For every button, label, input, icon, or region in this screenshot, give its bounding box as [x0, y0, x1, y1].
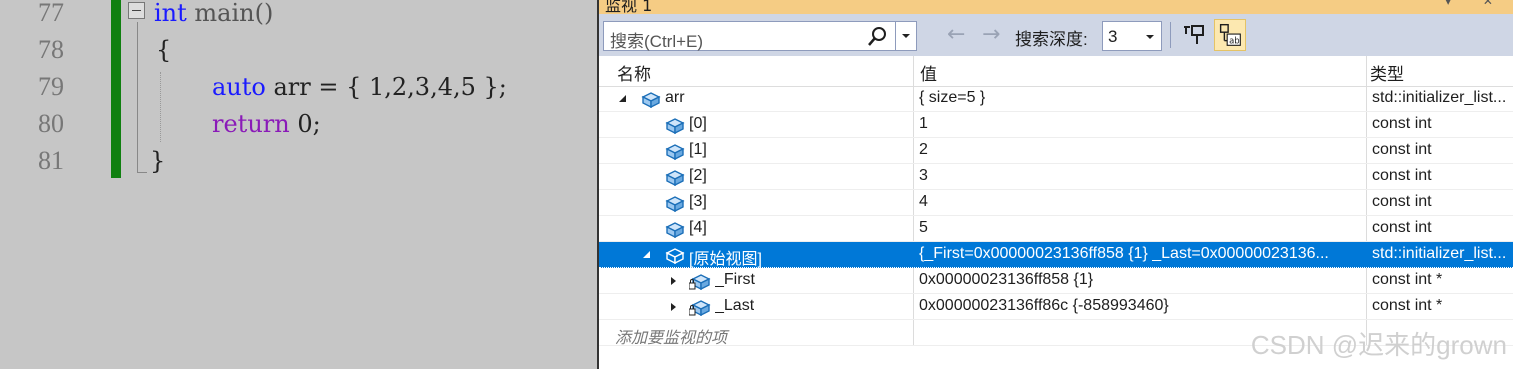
watch-type: const int * [1372, 297, 1443, 314]
line-number: 80 [38, 109, 64, 138]
object-icon [641, 92, 661, 108]
search-back-arrow-icon[interactable]: ← [947, 24, 965, 46]
code-statement: 0; [289, 110, 321, 138]
watch-row[interactable]: [4] 5 const int [599, 216, 1513, 242]
watch-value[interactable]: 2 [919, 141, 1364, 159]
watch-type: const int [1372, 141, 1432, 158]
object-icon [665, 170, 685, 186]
private-field-icon [689, 274, 711, 290]
code-line[interactable]: 81 } [0, 146, 597, 185]
line-number: 81 [38, 146, 64, 175]
search-icon[interactable] [866, 26, 888, 48]
watch-row[interactable]: [1] 2 const int [599, 138, 1513, 164]
watch-type: const int [1372, 219, 1432, 236]
code-text[interactable]: return 0; [212, 109, 321, 139]
search-placeholder: 搜索(Ctrl+E) [610, 32, 704, 51]
code-line[interactable]: 77 int main() [0, 0, 597, 37]
watch-value[interactable]: 0x00000023136ff86c {-858993460} [919, 297, 1364, 315]
watch-name[interactable]: _First [715, 271, 755, 289]
search-forward-arrow-icon[interactable]: → [982, 24, 1000, 46]
watch-name[interactable]: [2] [689, 167, 707, 185]
object-icon [665, 248, 685, 264]
watch-title: 监视 1 [605, 0, 653, 14]
watch-name[interactable]: arr [665, 89, 685, 107]
watch-row[interactable]: arr { size=5 } std::initializer_list... [599, 86, 1513, 112]
keyword: auto [212, 73, 266, 101]
search-depth-label: 搜索深度: [1015, 30, 1088, 49]
collapse-arrow-icon[interactable] [643, 251, 650, 258]
window-buttons[interactable]: ▾ ✕ [1445, 0, 1507, 8]
watch-row[interactable]: [3] 4 const int [599, 190, 1513, 216]
line-number: 78 [38, 35, 64, 64]
column-header-value[interactable]: 值 [920, 60, 937, 85]
watch-value[interactable]: { size=5 } [919, 89, 1364, 107]
watch-type: std::initializer_list... [1372, 89, 1507, 106]
watch-value[interactable]: 1 [919, 115, 1364, 133]
watch-row[interactable]: _Last 0x00000023136ff86c {-858993460} cons… [599, 294, 1513, 320]
column-header-type[interactable]: 类型 [1370, 60, 1404, 85]
function-signature: main() [186, 0, 274, 27]
svg-text:ab: ab [1229, 35, 1240, 45]
private-field-icon [689, 300, 711, 316]
code-line[interactable]: 80 return 0; [0, 109, 597, 148]
line-number: 79 [38, 72, 64, 101]
collapse-arrow-icon[interactable] [619, 95, 626, 102]
object-icon [665, 196, 685, 212]
hex-display-toggle-icon[interactable]: ab [1214, 19, 1246, 51]
column-header-name[interactable]: 名称 [617, 60, 651, 85]
code-statement: arr = { 1,2,3,4,5 }; [265, 73, 507, 101]
watch-name[interactable]: [4] [689, 219, 707, 237]
object-icon [665, 144, 685, 160]
watch-row[interactable]: [原始视图] {_First=0x00000023136ff858 {1} _La… [599, 242, 1513, 268]
watch-name[interactable]: [0] [689, 115, 707, 133]
code-editor[interactable]: 77 int main() 78 { 79 auto arr = { 1,2,3… [0, 0, 597, 369]
keyword: int [154, 0, 187, 27]
watch-type: const int [1372, 115, 1432, 132]
object-icon [665, 222, 685, 238]
watch-type: const int * [1372, 271, 1443, 288]
grid-header: 名称 值 类型 [599, 56, 1513, 87]
watch-value[interactable]: 5 [919, 219, 1364, 237]
watch-name[interactable]: _Last [715, 297, 754, 315]
search-history-dropdown[interactable] [895, 22, 916, 50]
watch-row[interactable]: [2] 3 const int [599, 164, 1513, 190]
watch-value[interactable]: 4 [919, 193, 1364, 211]
search-input[interactable]: 搜索(Ctrl+E) [603, 21, 917, 51]
search-depth-value: 3 [1108, 27, 1118, 46]
line-number: 77 [38, 0, 64, 27]
code-line[interactable]: 79 auto arr = { 1,2,3,4,5 }; [0, 72, 597, 111]
add-watch-placeholder: 添加要监视的项 [615, 330, 728, 347]
code-text[interactable]: auto arr = { 1,2,3,4,5 }; [212, 72, 507, 102]
watch-toolbar: 搜索(Ctrl+E) ← → 搜索深度: 3 ab [599, 14, 1513, 56]
code-text[interactable]: int main() [154, 0, 273, 28]
watch-type: const int [1372, 167, 1432, 184]
code-line[interactable]: 78 { [0, 35, 597, 74]
search-depth-select[interactable]: 3 [1102, 21, 1162, 51]
code-text[interactable]: { [156, 35, 171, 65]
watermark: CSDN @迟来的grown [1250, 330, 1507, 360]
watch-row[interactable]: [0] 1 const int [599, 112, 1513, 138]
expand-arrow-icon[interactable] [671, 277, 676, 285]
watch-type: const int [1372, 193, 1432, 210]
watch-row[interactable]: _First 0x00000023136ff858 {1} const int * [599, 268, 1513, 294]
watch-value[interactable]: 0x00000023136ff858 {1} [919, 271, 1364, 289]
watch-title-bar[interactable]: 监视 1 ▾ ✕ [599, 0, 1513, 14]
watch-window: 监视 1 ▾ ✕ 搜索(Ctrl+E) ← → 搜索深度: 3 ab 名称 值 … [597, 0, 1513, 369]
keyword: return [212, 110, 290, 138]
watch-type: std::initializer_list... [1372, 245, 1507, 262]
watch-name[interactable]: [原始视图] [689, 245, 762, 269]
watch-value[interactable]: {_First=0x00000023136ff858 {1} _Last=0x0… [919, 245, 1364, 263]
watch-name[interactable]: [1] [689, 141, 707, 159]
expand-arrow-icon[interactable] [671, 303, 676, 311]
code-text[interactable]: } [150, 146, 165, 176]
pin-icon[interactable] [1182, 22, 1208, 48]
object-icon [665, 118, 685, 134]
watch-value[interactable]: 3 [919, 167, 1364, 185]
toolbar-separator [1170, 22, 1171, 48]
watch-name[interactable]: [3] [689, 193, 707, 211]
